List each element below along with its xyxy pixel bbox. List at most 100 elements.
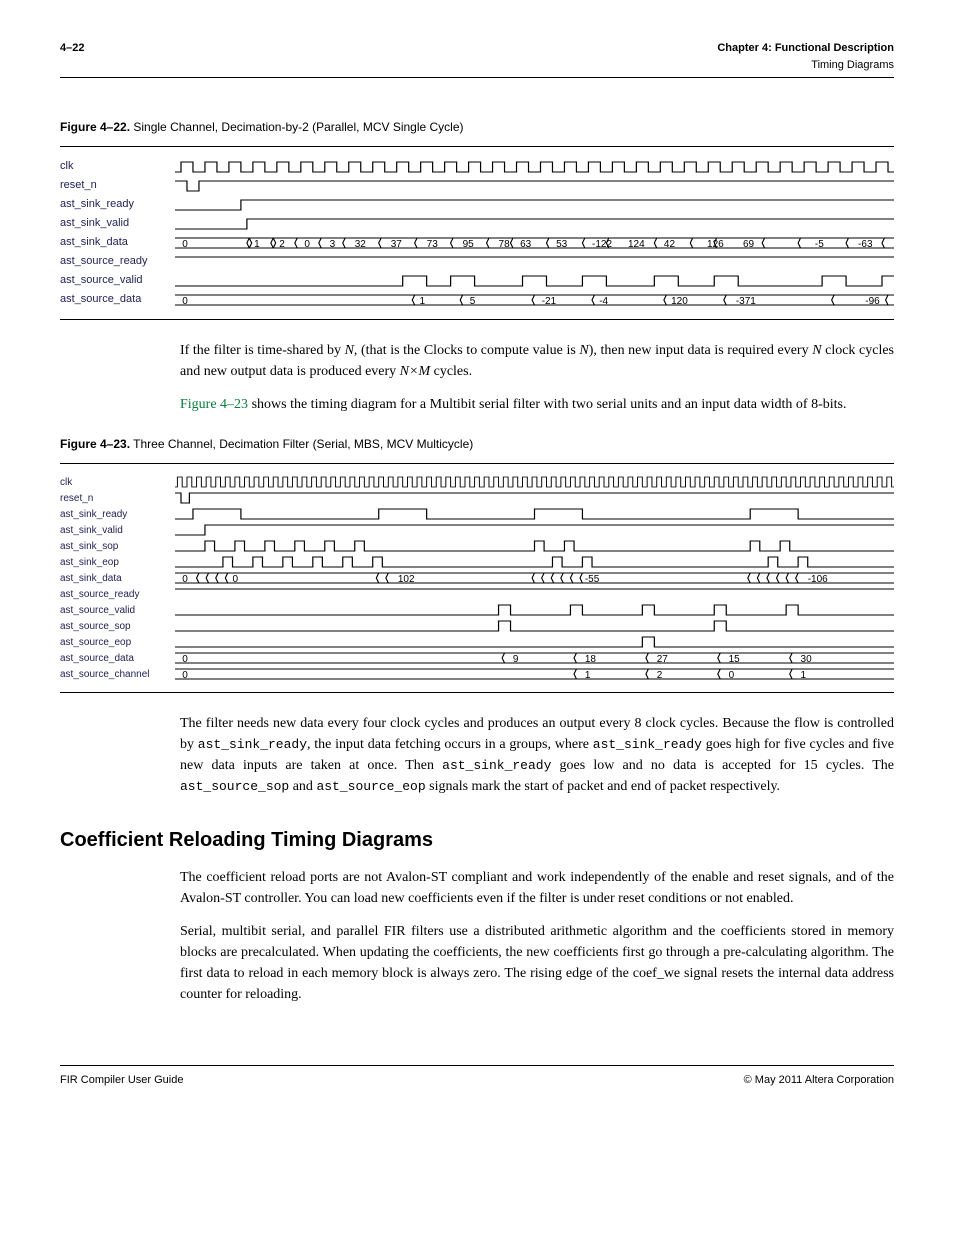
sink-ready-signal xyxy=(175,507,894,521)
data-val: 0 xyxy=(233,572,239,587)
figure-text: Three Channel, Decimation Filter (Serial… xyxy=(133,437,473,451)
signal-label: ast_sink_eop xyxy=(60,555,175,570)
page-header: 4–22 Chapter 4: Functional Description T… xyxy=(60,40,894,78)
data-val: 42 xyxy=(664,237,675,252)
data-val: 15 xyxy=(729,652,740,667)
data-val: -63 xyxy=(858,237,872,252)
signal-label: clk xyxy=(60,158,175,175)
data-val: -4 xyxy=(599,294,608,309)
data-val: 69 xyxy=(743,237,754,252)
signal-label: ast_sink_ready xyxy=(60,507,175,522)
sink-ready-signal xyxy=(175,198,894,212)
signal-label: ast_source_ready xyxy=(60,253,175,270)
figure-22-caption: Figure 4–22. Single Channel, Decimation-… xyxy=(60,118,894,136)
text: If the filter is time-shared by xyxy=(180,343,345,358)
figure-label: Figure 4–22. xyxy=(60,120,130,134)
data-val: 63 xyxy=(520,237,531,252)
data-val: 0 xyxy=(182,668,188,683)
signal-label: ast_source_ready xyxy=(60,587,175,602)
data-val: 32 xyxy=(355,237,366,252)
sink-sop-signal xyxy=(175,539,894,553)
clk-signal xyxy=(175,475,894,489)
reset-n-signal xyxy=(175,491,894,505)
signal-label: ast_source_data xyxy=(60,651,175,666)
sink-valid-signal xyxy=(175,523,894,537)
data-val: 30 xyxy=(801,652,812,667)
data-val: 124 xyxy=(628,237,645,252)
text: , (that is the Clocks to compute value i… xyxy=(354,343,580,358)
signal-name: ast_sink_ready xyxy=(198,737,307,752)
data-val: 0 xyxy=(304,237,310,252)
data-val: 0 xyxy=(182,572,188,587)
source-data-signal: 0 1 5 -21 -4 120 -371 -96 xyxy=(175,293,894,307)
source-valid-signal xyxy=(175,274,894,288)
signal-label: ast_source_channel xyxy=(60,667,175,682)
data-val: -106 xyxy=(808,572,828,587)
sink-eop-signal xyxy=(175,555,894,569)
data-val: 1 xyxy=(585,668,591,683)
figure-23-link[interactable]: Figure 4–23 xyxy=(180,397,248,412)
section-title: Timing Diagrams xyxy=(717,57,894,74)
figure-22-diagram: clk reset_n ast_sink_ready ast_sink_vali… xyxy=(60,146,894,320)
footer-copyright: © May 2011 Altera Corporation xyxy=(744,1072,894,1089)
data-val: 95 xyxy=(463,237,474,252)
paragraph: The filter needs new data every four clo… xyxy=(180,713,894,797)
figure-23-caption: Figure 4–23. Three Channel, Decimation F… xyxy=(60,435,894,453)
text: ), then new input data is required every xyxy=(589,343,812,358)
signal-label: ast_sink_valid xyxy=(60,215,175,232)
data-val: 18 xyxy=(585,652,596,667)
paragraph: Figure 4–23 shows the timing diagram for… xyxy=(180,394,894,415)
signal-name: ast_source_eop xyxy=(316,779,425,794)
data-val: -5 xyxy=(815,237,824,252)
data-val: 1 xyxy=(254,237,260,252)
signal-label: ast_sink_sop xyxy=(60,539,175,554)
figure-text: Single Channel, Decimation-by-2 (Paralle… xyxy=(133,120,463,134)
data-val: 73 xyxy=(427,237,438,252)
text: cycles. xyxy=(430,364,472,379)
clk-signal xyxy=(175,160,894,174)
data-val: 53 xyxy=(556,237,567,252)
data-val: -55 xyxy=(585,572,599,587)
signal-label: ast_source_valid xyxy=(60,272,175,289)
signal-label: clk xyxy=(60,475,175,490)
signal-name: ast_source_sop xyxy=(180,779,289,794)
signal-label: ast_source_valid xyxy=(60,603,175,618)
var: N xyxy=(579,343,588,358)
signal-label: ast_source_data xyxy=(60,291,175,308)
signal-label: ast_sink_data xyxy=(60,234,175,251)
data-val: 0 xyxy=(182,294,188,309)
data-val: 27 xyxy=(657,652,668,667)
var: N×M xyxy=(400,364,430,379)
text: and xyxy=(289,779,316,794)
figure-23-diagram: clk reset_n ast_sink_ready ast_sink_vali… xyxy=(60,463,894,693)
source-sop-signal xyxy=(175,619,894,633)
source-ready-signal xyxy=(175,587,894,601)
source-channel-signal: 0 1 2 0 1 xyxy=(175,667,894,681)
source-data-signal: 0 9 18 27 15 30 xyxy=(175,651,894,665)
data-val: 1 xyxy=(801,668,807,683)
signal-name: ast_sink_ready xyxy=(442,758,551,773)
signal-label: ast_source_sop xyxy=(60,619,175,634)
page-number: 4–22 xyxy=(60,40,84,57)
header-right: Chapter 4: Functional Description Timing… xyxy=(717,40,894,73)
data-val: 1 xyxy=(419,294,425,309)
source-ready-signal xyxy=(175,255,894,269)
data-val: -371 xyxy=(736,294,756,309)
signal-name: ast_sink_ready xyxy=(593,737,702,752)
signal-label: ast_sink_valid xyxy=(60,523,175,538)
signal-label: reset_n xyxy=(60,177,175,194)
paragraph: The coefficient reload ports are not Ava… xyxy=(180,867,894,909)
data-val: 2 xyxy=(279,237,285,252)
sink-data-signal: 0 0 102 -55 -106 xyxy=(175,571,894,585)
var: N xyxy=(345,343,354,358)
data-val: 2 xyxy=(657,668,663,683)
data-val: -122 xyxy=(592,237,612,252)
text: goes low and no data is accepted for 15 … xyxy=(551,758,894,773)
sink-valid-signal xyxy=(175,217,894,231)
text: , the input data fetching occurs in a gr… xyxy=(307,737,593,752)
signal-label: ast_source_eop xyxy=(60,635,175,650)
data-val: 0 xyxy=(729,668,735,683)
data-val: -21 xyxy=(542,294,556,309)
source-eop-signal xyxy=(175,635,894,649)
figure-label: Figure 4–23. xyxy=(60,437,130,451)
